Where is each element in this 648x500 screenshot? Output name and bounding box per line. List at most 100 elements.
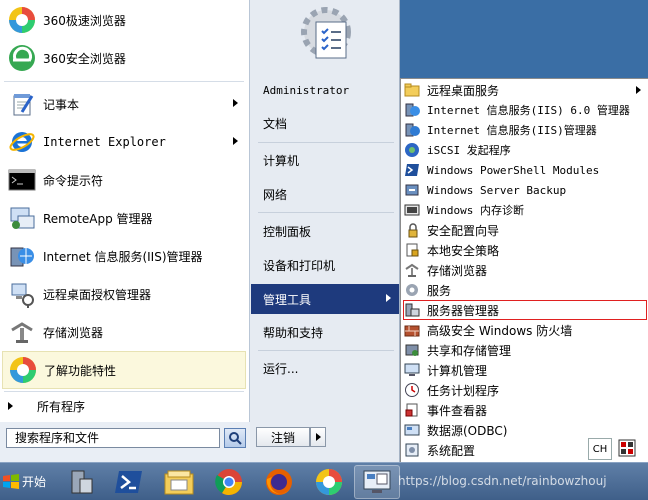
admin-tool-label: 系统配置 (427, 443, 476, 458)
taskbar-firefox[interactable] (256, 465, 302, 499)
recent-rd-licensing[interactable]: 远程桌面授权管理器 (2, 276, 246, 312)
submenu-arrow-icon[interactable] (233, 137, 238, 145)
admin-tool-item[interactable]: 共享和存储管理 (403, 340, 647, 360)
admin-tool-item[interactable]: 任务计划程序 (403, 380, 647, 400)
iscsi-icon (404, 142, 420, 158)
admin-tool-item[interactable]: 服务器管理器 (403, 300, 647, 320)
admin-tool-item[interactable]: 数据源(ODBC) (403, 420, 647, 440)
admin-tool-item[interactable]: 服务 (403, 280, 647, 300)
admin-tool-label: Internet 信息服务(IIS)管理器 (427, 124, 597, 137)
input-method-icon[interactable] (618, 438, 636, 458)
right-item-admin-tools[interactable]: 管理工具 (251, 284, 399, 314)
logout-button[interactable]: 注销 (256, 427, 310, 447)
recent-features[interactable]: 了解功能特性 (2, 351, 246, 389)
start-menu-left-pane: 360极速浏览器 360安全浏览器 记事本 Internet Explorer … (0, 0, 250, 462)
remoteapp-icon (7, 203, 37, 233)
all-programs[interactable]: 所有程序 (0, 392, 248, 420)
all-programs-arrow-icon (8, 402, 13, 410)
right-item-documents[interactable]: 文档 (255, 109, 397, 137)
right-item-label: 帮助和支持 (263, 325, 324, 340)
windows-logo-icon (3, 473, 19, 489)
pinned-label: 360极速浏览器 (43, 13, 126, 28)
recent-internet-explorer[interactable]: Internet Explorer (2, 124, 246, 160)
user-name-label: Administrator (263, 83, 350, 97)
admin-tool-item[interactable]: Internet 信息服务(IIS)管理器 (403, 120, 647, 140)
firewall-icon (404, 322, 420, 338)
admin-tool-item[interactable]: 存储浏览器 (403, 260, 647, 280)
start-button[interactable]: 开始 (0, 463, 50, 500)
taskbar-chrome[interactable] (206, 465, 252, 499)
internet-explorer-icon (7, 127, 37, 157)
admin-tool-item[interactable]: 高级安全 Windows 防火墙 (403, 320, 647, 340)
admin-tool-item[interactable]: 事件查看器 (403, 400, 647, 420)
admin-tool-item[interactable]: 远程桌面服务 (403, 80, 647, 100)
admin-tool-item[interactable]: iSCSI 发起程序 (403, 140, 647, 160)
taskbar-remote-desktop[interactable] (354, 465, 400, 499)
admin-tool-label: 安全配置向导 (427, 223, 500, 238)
admin-tool-label: 共享和存储管理 (427, 343, 512, 358)
admin-tool-label: Windows PowerShell Modules (427, 163, 600, 177)
admin-tools-submenu: 远程桌面服务 Internet 信息服务(IIS) 6.0 管理器 Internet… (400, 78, 648, 500)
user-name[interactable]: Administrator (255, 76, 397, 104)
right-item-control-panel[interactable]: 控制面板 (255, 217, 397, 245)
storage-explorer-icon (7, 317, 37, 347)
admin-tool-item[interactable]: Internet 信息服务(IIS) 6.0 管理器 (403, 100, 647, 120)
recent-notepad[interactable]: 记事本 (2, 86, 246, 122)
recent-command-prompt[interactable]: 命令提示符 (2, 162, 246, 198)
360-taskbar-icon (316, 469, 342, 495)
submenu-arrow-icon (636, 86, 641, 94)
recent-iis-manager[interactable]: Internet 信息服务(IIS)管理器 (2, 238, 246, 274)
recent-label: 记事本 (43, 97, 80, 112)
admin-tool-label: Windows Server Backup (427, 183, 567, 197)
search-row: 搜索程序和文件 (0, 422, 250, 462)
language-indicator[interactable]: CH (588, 438, 612, 460)
admin-tool-label: 高级安全 Windows 防火墙 (427, 323, 573, 338)
right-item-help-support[interactable]: 帮助和支持 (255, 318, 397, 346)
right-item-run[interactable]: 运行... (255, 354, 397, 382)
admin-tool-label: iSCSI 发起程序 (427, 144, 511, 157)
taskbar-server-manager[interactable] (58, 465, 104, 499)
search-button[interactable] (224, 428, 246, 448)
admin-tool-item[interactable]: Windows PowerShell Modules (403, 160, 647, 180)
admin-tool-item[interactable]: 本地安全策略 (403, 240, 647, 260)
msconfig-icon (404, 442, 420, 458)
recent-label: RemoteApp 管理器 (43, 211, 153, 226)
server-manager-icon (404, 302, 420, 318)
pinned-360-chrome[interactable]: 360极速浏览器 (2, 2, 246, 38)
user-picture[interactable] (296, 2, 354, 64)
desktop-background (400, 0, 648, 78)
start-label: 开始 (22, 475, 47, 489)
divider (258, 142, 394, 143)
submenu-arrow-icon[interactable] (233, 99, 238, 107)
admin-tool-item[interactable]: 安全配置向导 (403, 220, 647, 240)
pinned-360-safe-browser[interactable]: 360安全浏览器 (2, 40, 246, 76)
recent-label: 存储浏览器 (43, 325, 104, 340)
command-prompt-icon (7, 165, 37, 195)
360-chrome-icon (7, 5, 37, 35)
admin-tool-label: Internet 信息服务(IIS) 6.0 管理器 (427, 104, 630, 117)
admin-tool-item[interactable]: Windows 内存诊断 (403, 200, 647, 220)
search-input[interactable]: 搜索程序和文件 (6, 428, 220, 448)
recent-storage-explorer[interactable]: 存储浏览器 (2, 314, 246, 350)
admin-tool-label: 服务 (427, 283, 452, 298)
shutdown-options-arrow-icon[interactable] (310, 427, 326, 447)
taskbar-powershell[interactable] (106, 465, 152, 499)
right-item-devices-printers[interactable]: 设备和打印机 (255, 251, 397, 279)
chrome-taskbar-icon (215, 469, 243, 496)
taskbar-explorer[interactable] (156, 465, 202, 499)
share-storage-icon (404, 342, 420, 358)
right-item-computer[interactable]: 计算机 (255, 146, 397, 174)
taskbar-360[interactable] (306, 465, 352, 499)
explorer-taskbar-icon (164, 470, 194, 495)
admin-tool-item[interactable]: Windows Server Backup (403, 180, 647, 200)
right-item-label: 设备和打印机 (263, 258, 336, 273)
right-item-label: 控制面板 (263, 224, 312, 239)
remote-desktop-taskbar-icon (363, 470, 391, 493)
recent-remoteapp[interactable]: RemoteApp 管理器 (2, 200, 246, 236)
right-item-label: 运行... (263, 361, 299, 376)
admin-tool-item[interactable]: 计算机管理 (403, 360, 647, 380)
powershell-taskbar-icon (115, 471, 142, 493)
right-item-network[interactable]: 网络 (255, 180, 397, 208)
admin-tools-picture-icon (301, 7, 351, 59)
admin-tool-label: 事件查看器 (427, 403, 488, 418)
